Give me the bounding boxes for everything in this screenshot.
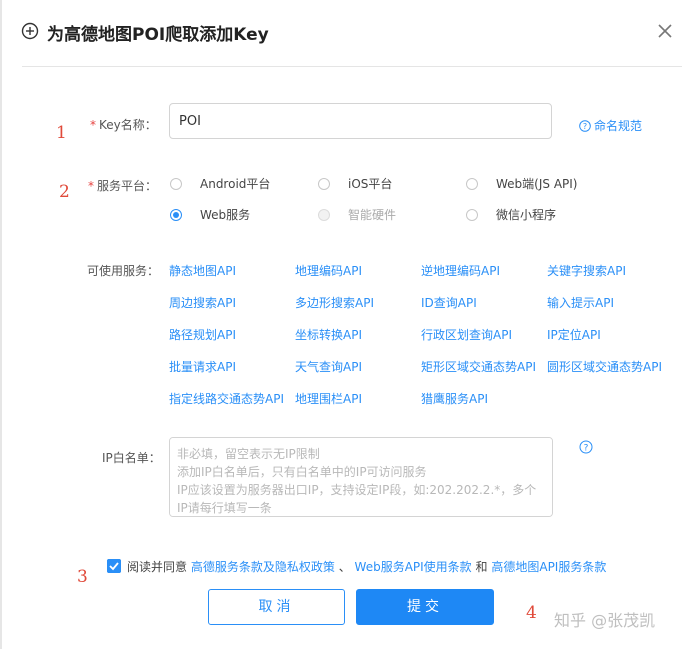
question-icon: ? <box>579 120 591 132</box>
platform-label: * 服务平台： <box>88 177 157 194</box>
radio-web-js-api[interactable]: Web端(JS API) <box>466 175 577 192</box>
services-label: 可使用服务： <box>87 264 160 278</box>
annotation-marker-3: 3 <box>77 567 88 587</box>
radio-label: Web端(JS API) <box>496 177 578 191</box>
radio-wechat-miniprogram[interactable]: 微信小程序 <box>466 206 556 223</box>
radio-dot <box>170 209 182 221</box>
key-name-label-text: Key名称： <box>99 118 157 132</box>
agree-checkbox[interactable] <box>107 559 121 573</box>
annotation-marker-1: 1 <box>56 123 67 143</box>
service-link[interactable]: ID查询API <box>421 294 477 311</box>
radio-dot <box>318 209 330 221</box>
svg-text:?: ? <box>584 444 589 454</box>
service-link[interactable]: 周边搜索API <box>169 294 236 311</box>
key-name-label: * Key名称： <box>90 116 157 133</box>
service-link[interactable]: 圆形区域交通态势API <box>547 358 662 375</box>
naming-rules-text: 命名规范 <box>594 119 643 133</box>
ip-whitelist-textarea[interactable] <box>169 437 553 517</box>
terms-privacy-link[interactable]: 高德服务条款及隐私权政策 <box>191 560 335 574</box>
service-link[interactable]: IP定位API <box>547 326 601 343</box>
service-link[interactable]: 关键字搜索API <box>547 262 626 279</box>
key-name-input[interactable] <box>169 103 552 139</box>
radio-label: Web服务 <box>200 208 251 222</box>
annotation-marker-4: 4 <box>526 603 537 623</box>
required-mark: * <box>90 118 96 132</box>
service-link[interactable]: 逆地理编码API <box>421 262 500 279</box>
service-link[interactable]: 猎鹰服务API <box>421 390 488 407</box>
radio-label: iOS平台 <box>348 177 393 191</box>
agreement-separator: 、 <box>338 560 351 574</box>
amap-api-terms-link[interactable]: 高德地图API服务条款 <box>491 560 606 574</box>
radio-label: 智能硬件 <box>348 208 397 222</box>
service-link[interactable]: 地理围栏API <box>295 390 362 407</box>
svg-text:?: ? <box>583 122 587 131</box>
service-link[interactable]: 多边形搜索API <box>295 294 374 311</box>
service-link[interactable]: 批量请求API <box>169 358 236 375</box>
radio-web-service[interactable]: Web服务 <box>170 206 250 223</box>
service-link[interactable]: 静态地图API <box>169 262 236 279</box>
service-link[interactable]: 坐标转换API <box>295 326 362 343</box>
dialog-title: 为高德地图POI爬取添加Key <box>47 25 269 45</box>
radio-smart-hardware: 智能硬件 <box>318 206 396 223</box>
question-icon[interactable]: ? <box>579 440 593 454</box>
radio-dot <box>466 209 478 221</box>
agreement-text: 阅读并同意 高德服务条款及隐私权政策 、 Web服务API使用条款 和 高德地图… <box>127 558 606 575</box>
annotation-marker-2: 2 <box>59 182 70 202</box>
radio-label: Android平台 <box>200 177 271 191</box>
radio-ios[interactable]: iOS平台 <box>318 175 392 192</box>
service-link[interactable]: 地理编码API <box>295 262 362 279</box>
radio-android[interactable]: Android平台 <box>170 175 270 192</box>
radio-dot <box>170 178 182 190</box>
service-link[interactable]: 行政区划查询API <box>421 326 512 343</box>
dialog-header: 为高德地图POI爬取添加Key <box>0 0 700 66</box>
ip-whitelist-label: IP白名单： <box>102 451 161 465</box>
radio-dot <box>318 178 330 190</box>
service-link[interactable]: 指定线路交通态势API <box>169 390 284 407</box>
add-key-dialog: 为高德地图POI爬取添加Key 1 2 3 4 *Key名称： ? 命名规范 *… <box>0 0 700 649</box>
web-service-terms-link[interactable]: Web服务API使用条款 <box>355 560 472 574</box>
service-link[interactable]: 路径规划API <box>169 326 236 343</box>
naming-rules-link[interactable]: ? 命名规范 <box>579 117 642 134</box>
left-edge <box>0 0 2 649</box>
header-divider <box>22 66 682 67</box>
radio-dot <box>466 178 478 190</box>
agreement-and: 和 <box>475 560 488 574</box>
submit-button[interactable]: 提交 <box>356 589 494 625</box>
watermark: 知乎 @张茂凯 <box>554 611 656 630</box>
radio-label: 微信小程序 <box>496 208 557 222</box>
service-link[interactable]: 输入提示API <box>547 294 614 311</box>
required-mark: * <box>88 179 94 193</box>
cancel-button[interactable]: 取消 <box>208 589 345 625</box>
close-icon[interactable] <box>656 22 674 40</box>
plus-circle-icon <box>21 22 39 40</box>
agreement-prefix: 阅读并同意 <box>127 560 188 574</box>
service-link[interactable]: 天气查询API <box>295 358 362 375</box>
platform-label-text: 服务平台： <box>97 179 158 193</box>
service-link[interactable]: 矩形区域交通态势API <box>421 358 536 375</box>
